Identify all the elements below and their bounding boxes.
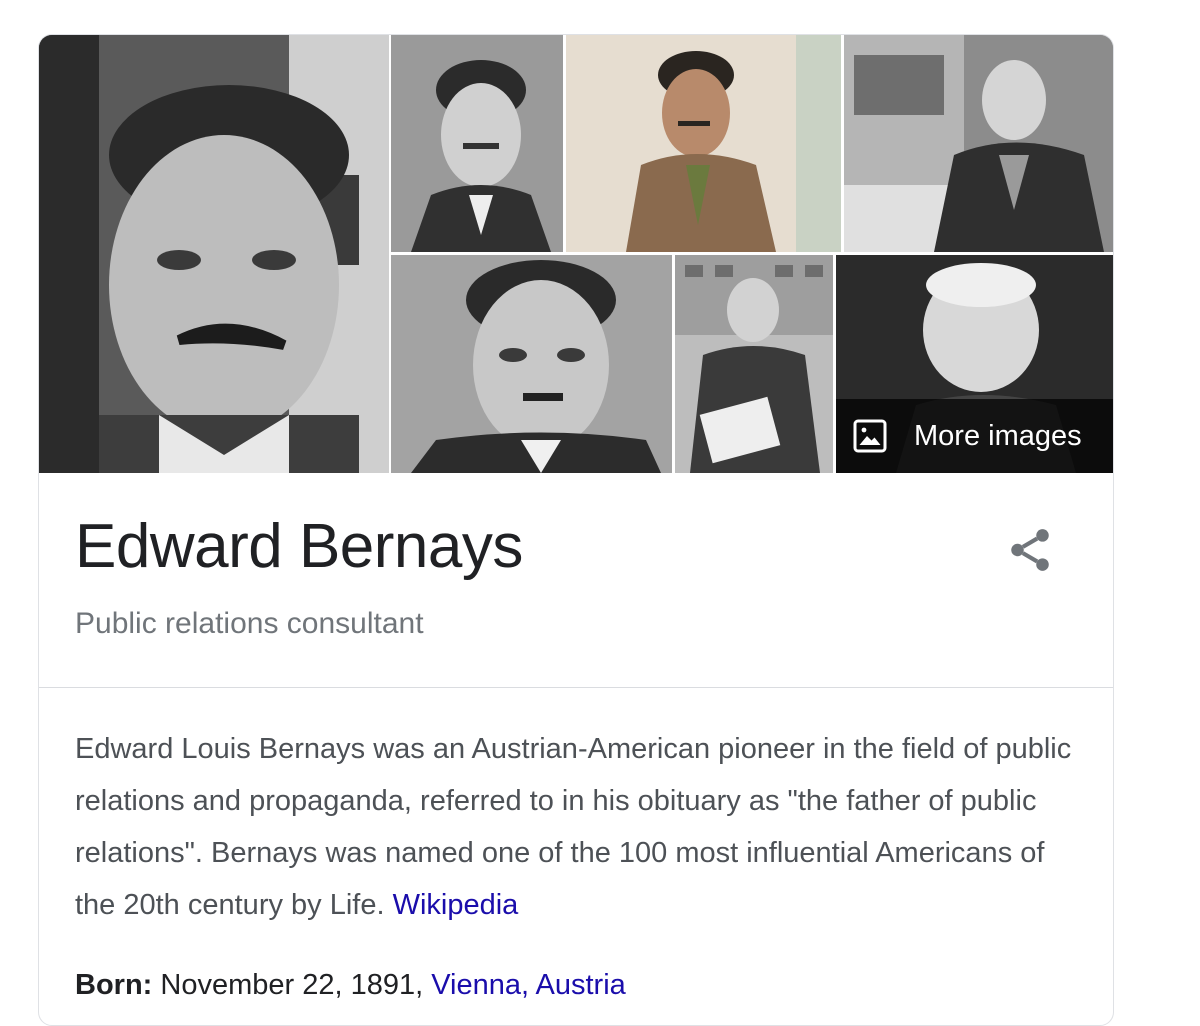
- entity-subtitle: Public relations consultant: [75, 607, 424, 640]
- born-place-link[interactable]: Vienna, Austria: [431, 969, 626, 1001]
- photo-5[interactable]: [391, 255, 672, 473]
- photo-2[interactable]: [391, 35, 563, 252]
- photo-7[interactable]: More images: [836, 255, 1113, 473]
- entity-description: Edward Louis Bernays was an Austrian-Ame…: [75, 723, 1085, 931]
- photo-3[interactable]: [566, 35, 841, 252]
- share-icon[interactable]: [1005, 525, 1055, 575]
- born-date: November 22, 1891,: [160, 969, 424, 1001]
- born-label: Born:: [75, 969, 153, 1001]
- photo-main[interactable]: [39, 35, 389, 473]
- more-images-label: More images: [914, 419, 1082, 452]
- divider: [39, 687, 1113, 688]
- image-icon: [853, 419, 887, 453]
- born-fact: Born: November 22, 1891, Vienna, Austria: [75, 963, 626, 1007]
- entity-title: Edward Bernays: [75, 512, 523, 581]
- knowledge-panel: More images Edward Bernays Public relati…: [38, 34, 1114, 1026]
- description-text: Edward Louis Bernays was an Austrian-Ame…: [75, 733, 1072, 921]
- photo-6[interactable]: [675, 255, 833, 473]
- more-images-button[interactable]: More images: [836, 399, 1113, 473]
- wikipedia-link[interactable]: Wikipedia: [393, 889, 519, 921]
- image-gallery: More images: [39, 35, 1113, 473]
- photo-4[interactable]: [844, 35, 1113, 252]
